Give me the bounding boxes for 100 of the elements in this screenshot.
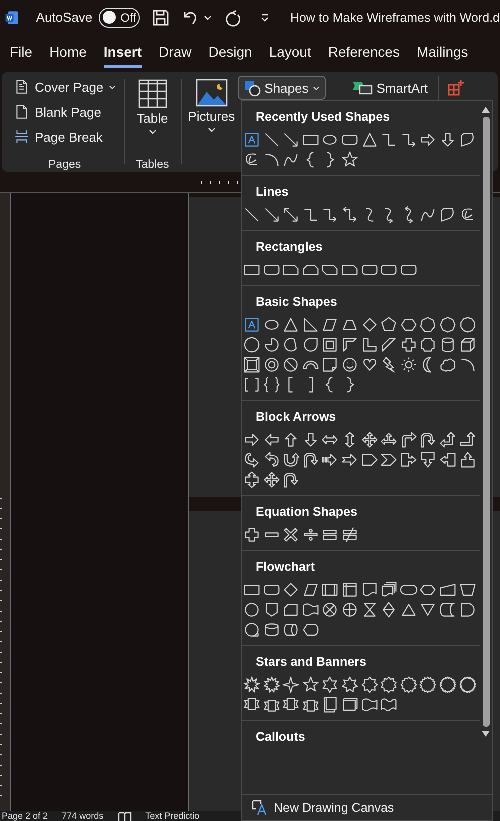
ribbon-button[interactable]: Page Break [10,125,107,149]
line-icon[interactable] [243,206,261,224]
diamond-icon[interactable] [282,581,300,599]
punched-tape-icon[interactable] [302,601,320,619]
not-equal-icon[interactable] [340,526,359,544]
wave-icon[interactable] [360,696,379,714]
star-icon[interactable] [360,676,379,694]
card-icon[interactable] [282,601,300,619]
heart-icon[interactable] [360,356,379,374]
page-count[interactable]: Page 2 of 2 [2,811,48,821]
braces-icon[interactable] [262,376,281,394]
customize-caret-icon[interactable] [260,12,270,22]
right-arrow-icon[interactable] [243,431,261,449]
scroll-down-icon[interactable] [482,731,490,737]
pentagon-arrow-icon[interactable] [360,451,379,469]
u-turn-arrow-icon[interactable] [282,471,300,489]
smartart-button[interactable]: SmartArt [350,80,430,96]
freeform-icon[interactable] [458,131,477,149]
teardrop-icon[interactable] [302,336,320,354]
no-symbol-icon[interactable] [282,356,300,374]
double-arrow-icon[interactable] [282,206,300,224]
arrow-callout-icon[interactable] [438,451,457,469]
ribbon-tab[interactable]: Layout [269,39,312,68]
autosave-toggle[interactable]: Off [98,8,140,28]
star-icon[interactable] [438,676,457,694]
plus-icon[interactable] [243,526,261,544]
text-predictions-status[interactable]: Text Predictio [146,811,200,821]
elbow-connector-icon[interactable] [400,131,418,149]
arrow-icon[interactable] [262,206,281,224]
triangle-icon[interactable] [360,131,379,149]
table-button[interactable]: Table [135,75,170,155]
or-icon[interactable] [340,601,359,619]
text-box-icon[interactable] [243,131,261,149]
smiley-icon[interactable] [340,356,359,374]
arrow-callout-icon[interactable] [243,471,261,489]
scroll-icon[interactable] [321,696,340,714]
folded-corner-icon[interactable] [321,356,340,374]
trapezoid-icon[interactable] [458,581,477,599]
stored-data-icon[interactable] [438,601,457,619]
ribbon-tab[interactable]: Home [50,39,87,68]
parallelogram-icon[interactable] [321,316,340,334]
text-box-icon[interactable] [243,316,261,334]
book-icon[interactable] [118,812,132,820]
hexagon-icon[interactable] [400,316,418,334]
right-triangle-icon[interactable] [302,316,320,334]
direct-access-storage-icon[interactable] [282,621,300,639]
document-icon[interactable] [360,581,379,599]
inverted-triangle-icon[interactable] [419,601,438,619]
notched-arrow-icon[interactable] [340,451,359,469]
plaque-icon[interactable] [419,336,438,354]
grid-plus-icon[interactable] [447,79,466,97]
pentagon-icon[interactable] [380,316,398,334]
curved-arrow-icon[interactable] [302,451,320,469]
shapes-button[interactable]: Shapes [238,76,326,100]
star-icon[interactable] [419,676,438,694]
octagon-icon[interactable] [438,316,457,334]
triangle-icon[interactable] [282,316,300,334]
decagon-icon[interactable] [458,316,477,334]
star-icon[interactable] [340,151,359,169]
redo-icon[interactable] [224,8,242,26]
cross-icon[interactable] [400,336,418,354]
elbow-connector-icon[interactable] [302,206,320,224]
display-icon[interactable] [302,621,320,639]
cube-icon[interactable] [458,336,477,354]
elbow-connector-icon[interactable] [321,206,340,224]
ribbon-button[interactable]: Cover Page [10,75,120,99]
star-icon[interactable] [458,676,477,694]
predefined-process-icon[interactable] [321,581,340,599]
arc-icon[interactable] [262,151,281,169]
multi-document-icon[interactable] [380,581,398,599]
ribbon-tab[interactable]: File [10,39,33,68]
half-frame-icon[interactable] [340,336,359,354]
pie-icon[interactable] [262,336,281,354]
double-wave-icon[interactable] [380,696,398,714]
divide-icon[interactable] [302,526,320,544]
parallelogram-icon[interactable] [302,581,320,599]
ribbon-tab[interactable]: Insert [104,39,142,68]
heptagon-icon[interactable] [419,316,438,334]
ribbon-tab[interactable]: Mailings [416,39,468,68]
quad-arrow-icon[interactable] [360,431,379,449]
new-drawing-canvas-item[interactable]: New Drawing Canvas [242,794,492,820]
curved-arrow-icon[interactable] [282,451,300,469]
triangle-icon[interactable] [400,601,418,619]
star-icon[interactable] [302,676,320,694]
burst-icon[interactable] [243,676,261,694]
curved-arrow-icon[interactable] [262,451,281,469]
elbow-connector-icon[interactable] [340,206,359,224]
cloud-icon[interactable] [438,356,457,374]
quad-arrow-icon[interactable] [262,471,281,489]
caret-icon[interactable] [204,14,212,22]
star-icon[interactable] [282,676,300,694]
scroll-icon[interactable] [340,696,359,714]
multiply-icon[interactable] [282,526,300,544]
star-icon[interactable] [321,676,340,694]
l-shape-icon[interactable] [360,336,379,354]
u-turn-arrow-icon[interactable] [419,431,438,449]
ribbon-button[interactable]: Blank Page [10,100,106,124]
burst-icon[interactable] [262,676,281,694]
diagonal-stripe-icon[interactable] [380,336,398,354]
ribbon-tab[interactable]: Design [208,39,252,68]
